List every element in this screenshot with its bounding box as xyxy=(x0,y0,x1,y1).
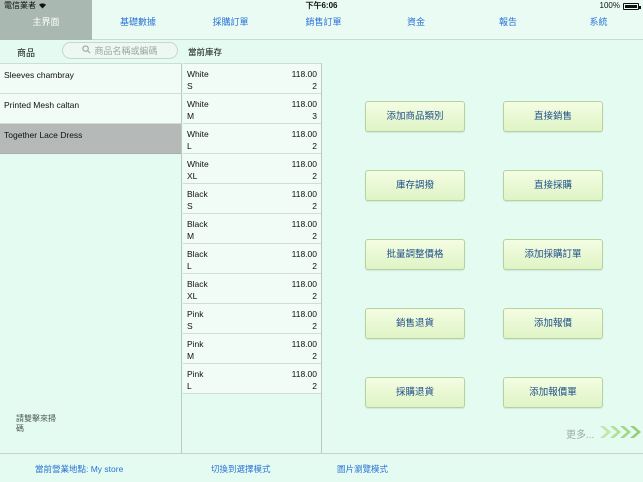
stock-price: 118.00 xyxy=(291,279,317,289)
clock: 下午6:06 xyxy=(305,1,338,10)
stock-quantity: 3 xyxy=(312,111,317,121)
stock-row[interactable]: White L 118.00 2 xyxy=(183,124,321,154)
product-item[interactable]: Printed Mesh caltan xyxy=(0,94,181,124)
stock-row[interactable]: White XL 118.00 2 xyxy=(183,154,321,184)
stock-size: M xyxy=(187,231,195,241)
stock-size: S xyxy=(187,321,193,331)
product-search-input[interactable]: 商品名稱或編碼 xyxy=(62,42,178,59)
stock-quantity: 2 xyxy=(312,291,317,301)
stock-price: 118.00 xyxy=(291,219,317,229)
switch-selection-mode-link[interactable]: 切換到選擇模式 xyxy=(211,463,271,475)
add-category-button[interactable]: 添加商品類別 xyxy=(365,101,465,132)
stock-transfer-button[interactable]: 庫存調撥 xyxy=(365,170,465,201)
stock-row[interactable]: Pink L 118.00 2 xyxy=(183,364,321,394)
stock-color: Black xyxy=(187,249,208,259)
stock-quantity: 2 xyxy=(312,201,317,211)
stock-price: 118.00 xyxy=(291,129,317,139)
stock-row[interactable]: Pink S 118.00 2 xyxy=(183,304,321,334)
more-button[interactable]: 更多... xyxy=(566,424,642,443)
stock-price: 118.00 xyxy=(291,189,317,199)
stock-price: 118.00 xyxy=(291,69,317,79)
chevrons-right-icon xyxy=(598,424,642,443)
add-quote-button[interactable]: 添加報價 xyxy=(503,308,603,339)
action-panel: 添加商品類別 直接銷售 庫存調撥 直接採購 批量調整價格 添加採購訂單 銷售退貨… xyxy=(323,40,643,453)
stock-price: 118.00 xyxy=(291,99,317,109)
scan-hint[interactable]: 請雙擊來掃碼 xyxy=(16,414,56,434)
sales-return-button[interactable]: 銷售退貨 xyxy=(365,308,465,339)
stock-quantity: 2 xyxy=(312,261,317,271)
product-item-selected[interactable]: Together Lace Dress xyxy=(0,124,181,154)
stock-quantity: 2 xyxy=(312,321,317,331)
stock-price: 118.00 xyxy=(291,159,317,169)
stock-row[interactable]: White S 118.00 2 xyxy=(183,64,321,94)
more-label: 更多... xyxy=(566,430,595,441)
status-bar: 電信業者 下午6:06 100% xyxy=(0,0,643,12)
stock-row[interactable]: Black XL 118.00 2 xyxy=(183,274,321,304)
add-purchase-order-button[interactable]: 添加採購訂單 xyxy=(503,239,603,270)
stock-price: 118.00 xyxy=(291,249,317,259)
stock-price: 118.00 xyxy=(291,339,317,349)
stock-color: White xyxy=(187,69,209,79)
product-list: Sleeves chambray Printed Mesh caltan Tog… xyxy=(0,63,182,453)
stock-color: White xyxy=(187,159,209,169)
stock-row[interactable]: Black M 118.00 2 xyxy=(183,214,321,244)
stock-price: 118.00 xyxy=(291,309,317,319)
purchase-return-button[interactable]: 採購退貨 xyxy=(365,377,465,408)
stock-size: S xyxy=(187,201,193,211)
bottom-bar: 當前營業地點: My store 切換到選擇模式 圖片瀏覽模式 xyxy=(0,453,643,482)
stock-row[interactable]: Pink M 118.00 2 xyxy=(183,334,321,364)
battery-icon xyxy=(623,2,641,10)
stock-row[interactable]: Black S 118.00 2 xyxy=(183,184,321,214)
product-item[interactable]: Sleeves chambray xyxy=(0,64,181,94)
stock-color: White xyxy=(187,129,209,139)
direct-purchase-button[interactable]: 直接採購 xyxy=(503,170,603,201)
stock-color: Black xyxy=(187,189,208,199)
stock-price: 118.00 xyxy=(291,369,317,379)
stock-size: M xyxy=(187,351,195,361)
direct-sale-button[interactable]: 直接銷售 xyxy=(503,101,603,132)
battery-percent: 100% xyxy=(599,1,620,10)
stock-size: XL xyxy=(187,171,198,181)
stock-color: Black xyxy=(187,279,208,289)
stock-quantity: 2 xyxy=(312,381,317,391)
stock-size: XL xyxy=(187,291,198,301)
stock-color: Pink xyxy=(187,309,204,319)
stock-size: L xyxy=(187,141,192,151)
current-store-link[interactable]: 當前營業地點: My store xyxy=(35,463,123,475)
stock-color: Pink xyxy=(187,339,204,349)
stock-size: L xyxy=(187,381,192,391)
stock-row[interactable]: Black L 118.00 2 xyxy=(183,244,321,274)
stock-color: Pink xyxy=(187,369,204,379)
stock-column-title: 當前庫存 xyxy=(188,47,223,57)
product-header: 商品 商品名稱或編碼 xyxy=(0,40,183,63)
stock-size: L xyxy=(187,261,192,271)
stock-quantity: 2 xyxy=(312,231,317,241)
product-column-title: 商品 xyxy=(17,48,36,58)
batch-price-button[interactable]: 批量調整價格 xyxy=(365,239,465,270)
image-browse-mode-link[interactable]: 圖片瀏覽模式 xyxy=(337,463,388,475)
stock-size: M xyxy=(187,111,195,121)
battery-indicator: 100% xyxy=(599,0,641,12)
stock-quantity: 2 xyxy=(312,171,317,181)
stock-color: Black xyxy=(187,219,208,229)
stock-color: White xyxy=(187,99,209,109)
stock-quantity: 2 xyxy=(312,351,317,361)
stock-quantity: 2 xyxy=(312,141,317,151)
stock-row[interactable]: White M 118.00 3 xyxy=(183,94,321,124)
search-placeholder: 商品名稱或編碼 xyxy=(94,46,158,56)
stock-quantity: 2 xyxy=(312,81,317,91)
search-icon xyxy=(82,45,91,56)
add-quote-sheet-button[interactable]: 添加報價單 xyxy=(503,377,603,408)
stock-size: S xyxy=(187,81,193,91)
stock-list: White S 118.00 2 White M 118.00 3 White L 118.00 2 W… xyxy=(183,63,322,453)
